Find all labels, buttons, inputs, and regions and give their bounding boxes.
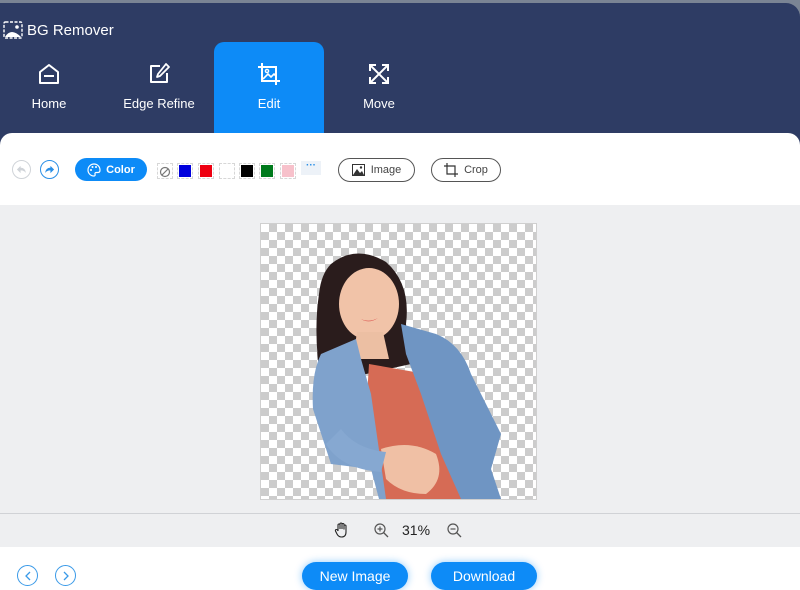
title-bar: BG Remover xyxy=(3,18,114,42)
zoom-level: 31% xyxy=(402,522,431,538)
nav-tab-move[interactable]: Move xyxy=(324,42,434,134)
app-title: BG Remover xyxy=(27,21,114,39)
image-icon xyxy=(3,21,23,39)
previous-button[interactable] xyxy=(17,565,38,586)
swatch-white[interactable] xyxy=(219,163,235,179)
chevron-left-icon xyxy=(24,571,30,580)
swatch-fill xyxy=(179,165,191,177)
canvas-area xyxy=(0,205,800,513)
edit-square-icon xyxy=(150,63,170,83)
person-cutout xyxy=(312,253,501,499)
image-icon xyxy=(351,164,365,176)
swatch-pink[interactable] xyxy=(280,163,296,179)
redo-button[interactable] xyxy=(40,160,59,179)
nav-tab-edit[interactable]: Edit xyxy=(214,42,324,134)
color-button-label: Color xyxy=(106,163,135,176)
new-image-button[interactable]: New Image xyxy=(302,562,408,590)
zoom-out-icon[interactable] xyxy=(447,523,462,538)
crop-image-icon xyxy=(258,63,280,85)
face-shape xyxy=(339,268,399,340)
nav-tab-home[interactable]: Home xyxy=(0,42,104,134)
crop-button[interactable]: Crop xyxy=(431,158,501,182)
footer-bar: New Image Download xyxy=(0,547,800,590)
nav-tab-label: Edit xyxy=(257,96,281,111)
swatch-fill xyxy=(221,165,233,177)
crop-icon xyxy=(444,163,459,177)
nav-tab-label: Move xyxy=(363,96,395,111)
swatch-none[interactable] xyxy=(157,163,173,179)
image-background-button[interactable]: Image xyxy=(338,158,415,182)
undo-icon xyxy=(16,165,27,174)
editor-panel: Color ··· Image Crop 31% New Image Downl… xyxy=(0,133,800,590)
color-button[interactable]: Color xyxy=(75,158,147,181)
undo-button[interactable] xyxy=(12,160,31,179)
swatch-red[interactable] xyxy=(198,163,214,179)
zoom-bar: 31% xyxy=(0,513,800,548)
download-button[interactable]: Download xyxy=(431,562,537,590)
main-nav: Home Edge Refine Edit Move xyxy=(0,42,800,134)
home-icon xyxy=(39,64,59,84)
next-button[interactable] xyxy=(55,565,76,586)
chevron-right-icon xyxy=(63,571,69,580)
nav-tab-edge-refine[interactable]: Edge Refine xyxy=(104,42,214,134)
result-image[interactable] xyxy=(260,223,537,500)
swatch-green[interactable] xyxy=(259,163,275,179)
nav-tab-label: Edge Refine xyxy=(123,96,195,111)
redo-icon xyxy=(44,165,55,174)
swatch-black[interactable] xyxy=(239,163,255,179)
more-colors-button[interactable]: ··· xyxy=(301,161,321,175)
crop-button-label: Crop xyxy=(464,164,488,176)
zoom-in-icon[interactable] xyxy=(374,523,389,538)
swatch-fill xyxy=(282,165,294,177)
swatch-fill xyxy=(261,165,273,177)
swatch-blue[interactable] xyxy=(177,163,193,179)
hand-icon[interactable] xyxy=(334,522,349,538)
swatch-fill xyxy=(200,165,212,177)
palette-icon xyxy=(87,162,101,177)
move-arrows-icon xyxy=(369,64,389,84)
edit-toolbar: Color ··· Image Crop xyxy=(0,133,800,205)
app-window: BG Remover Home Edge Refine Edit Move Co… xyxy=(0,3,800,590)
swatch-fill xyxy=(241,165,253,177)
nav-tab-label: Home xyxy=(31,96,67,111)
image-button-label: Image xyxy=(370,164,402,176)
no-color-icon xyxy=(159,166,171,178)
